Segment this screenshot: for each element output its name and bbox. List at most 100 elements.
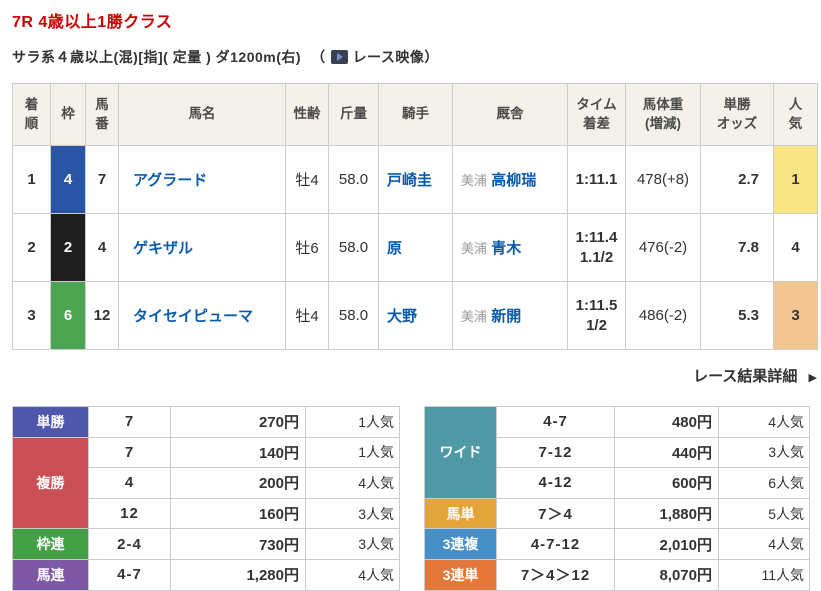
horse-name-cell: アグラード: [118, 145, 286, 214]
stable-cell: 美浦 青木: [452, 213, 568, 282]
payout-popularity: 3人気: [718, 436, 810, 469]
payout-popularity: 4人気: [305, 467, 400, 499]
jockey-link[interactable]: 大野: [387, 308, 417, 325]
results-header-row: 着 順 枠 馬 番 馬名 性齢 斤量 騎手 厩舎 タイム 着差 馬体重 (増減)…: [12, 83, 818, 146]
col-header-horse-name: 馬名: [118, 83, 286, 146]
race-conditions-text: サラ系４歳以上(混)[指]( 定量 ) ダ1200m(右): [12, 49, 302, 65]
col-header-finish: 着 順: [12, 83, 51, 146]
payout-amount: 730円: [170, 528, 306, 560]
bet-type-quinella: 馬連: [12, 558, 89, 591]
payout-amount: 8,070円: [614, 558, 719, 591]
race-title: 7R 4歳以上1勝クラス: [12, 14, 173, 31]
combination: 4-7: [88, 558, 171, 591]
combination: 7: [88, 406, 171, 438]
col-header-win-odds: 単勝 オッズ: [700, 83, 774, 146]
bet-type-trio: 3連複: [424, 528, 497, 560]
trainer-link[interactable]: 青木: [491, 240, 521, 257]
payout-popularity: 4人気: [718, 406, 810, 438]
jockey-link[interactable]: 原: [387, 240, 402, 257]
col-header-body-weight: 馬体重 (増減): [625, 83, 701, 146]
payout-popularity: 3人気: [305, 497, 400, 530]
bet-type-trifecta: 3連単: [424, 558, 497, 591]
popularity: 1: [773, 145, 818, 214]
col-header-weight-carried: 斤量: [328, 83, 379, 146]
payout-section: 単勝 7 270円 1人気 複勝 7 140円 1人気 4 200円 4人気 1…: [12, 406, 821, 591]
weight-carried: 58.0: [328, 213, 379, 282]
time-margin: 1:11.5 1/2: [567, 281, 626, 350]
paren-close: ）: [424, 49, 439, 65]
finish-position: 3: [12, 281, 51, 350]
jockey-link[interactable]: 戸崎圭: [387, 172, 432, 189]
payout-popularity: 6人気: [718, 467, 810, 499]
combination: 4-7: [496, 406, 615, 438]
horse-number: 12: [85, 281, 119, 350]
horse-name-link[interactable]: ゲキザル: [133, 240, 193, 257]
payout-row: 単勝 7 270円 1人気: [12, 406, 400, 438]
payout-row: 馬連 4-7 1,280円 4人気: [12, 558, 400, 591]
col-header-sex-age: 性齢: [285, 83, 329, 146]
result-row-3: 3 6 12 タイセイピューマ 牡4 58.0 大野 美浦 新開 1:11.5 …: [12, 281, 818, 350]
page: 7R 4歳以上1勝クラス サラ系４歳以上(混)[指]( 定量 ) ダ1200m(…: [0, 0, 821, 591]
detail-link-row: レース結果詳細 ▶: [12, 365, 817, 386]
race-video-label: レース映像: [352, 49, 425, 65]
combination: 12: [88, 497, 171, 530]
bracket-number: 2: [50, 213, 86, 282]
race-conditions: サラ系４歳以上(混)[指]( 定量 ) ダ1200m(右) （ レース映像 ）: [12, 47, 821, 67]
payout-amount: 200円: [170, 467, 306, 499]
popularity: 3: [773, 281, 818, 350]
combination: 7＞4＞12: [496, 558, 615, 591]
combination: 4-12: [496, 467, 615, 499]
payout-amount: 440円: [614, 436, 719, 469]
col-header-time-margin: タイム 着差: [567, 83, 626, 146]
payout-amount: 160円: [170, 497, 306, 530]
race-video-link[interactable]: レース映像: [326, 47, 425, 67]
race-result-detail-link[interactable]: レース結果詳細 ▶: [693, 368, 817, 385]
bet-type-wide: ワイド: [424, 406, 497, 499]
chevron-right-icon: ▶: [808, 372, 817, 384]
col-header-horse-number: 馬 番: [85, 83, 119, 146]
stable-cell: 美浦 新開: [452, 281, 568, 350]
horse-number: 7: [85, 145, 119, 214]
result-row-1: 1 4 7 アグラード 牡4 58.0 戸崎圭 美浦 高柳瑞 1:11.1 47…: [12, 145, 818, 214]
horse-name-link[interactable]: アグラード: [133, 172, 207, 189]
time-margin: 1:11.1: [567, 145, 626, 214]
payout-row: 馬単 7＞4 1,880円 5人気: [424, 497, 810, 530]
trainer-link[interactable]: 高柳瑞: [491, 172, 536, 189]
payout-row: ワイド 4-7 480円 4人気: [424, 406, 810, 499]
weight-carried: 58.0: [328, 145, 379, 214]
weight-carried: 58.0: [328, 281, 379, 350]
body-weight: 486(-2): [625, 281, 701, 350]
payout-amount: 270円: [170, 406, 306, 438]
bracket-number: 4: [50, 145, 86, 214]
combination: 7＞4: [496, 497, 615, 530]
win-odds: 5.3: [700, 281, 774, 350]
payout-amount: 2,010円: [614, 528, 719, 560]
stable-area-label: 美浦: [461, 309, 488, 324]
race-result-detail-label: レース結果詳細: [693, 368, 798, 385]
col-header-stable: 厩舎: [452, 83, 568, 146]
stable-area-label: 美浦: [461, 241, 488, 256]
payout-popularity: 3人気: [305, 528, 400, 560]
sex-age: 牡6: [285, 213, 329, 282]
body-weight: 478(+8): [625, 145, 701, 214]
payout-table-left: 単勝 7 270円 1人気 複勝 7 140円 1人気 4 200円 4人気 1…: [12, 406, 400, 591]
combination: 7-12: [496, 436, 615, 469]
payout-popularity: 4人気: [718, 528, 810, 560]
trainer-link[interactable]: 新開: [491, 308, 521, 325]
bracket-number: 6: [50, 281, 86, 350]
payout-amount: 480円: [614, 406, 719, 438]
col-header-bracket: 枠: [50, 83, 86, 146]
jockey-cell: 原: [378, 213, 453, 282]
payout-popularity: 4人気: [305, 558, 400, 591]
bet-type-win: 単勝: [12, 406, 89, 438]
horse-name-cell: ゲキザル: [118, 213, 286, 282]
finish-position: 1: [12, 145, 51, 214]
col-header-popularity: 人 気: [773, 83, 818, 146]
combination: 7: [88, 436, 171, 469]
win-odds: 2.7: [700, 145, 774, 214]
payout-amount: 1,880円: [614, 497, 719, 530]
jockey-cell: 戸崎圭: [378, 145, 453, 214]
payout-popularity: 1人気: [305, 406, 400, 438]
horse-name-link[interactable]: タイセイピューマ: [133, 308, 253, 325]
time-margin: 1:11.4 1.1/2: [567, 213, 626, 282]
